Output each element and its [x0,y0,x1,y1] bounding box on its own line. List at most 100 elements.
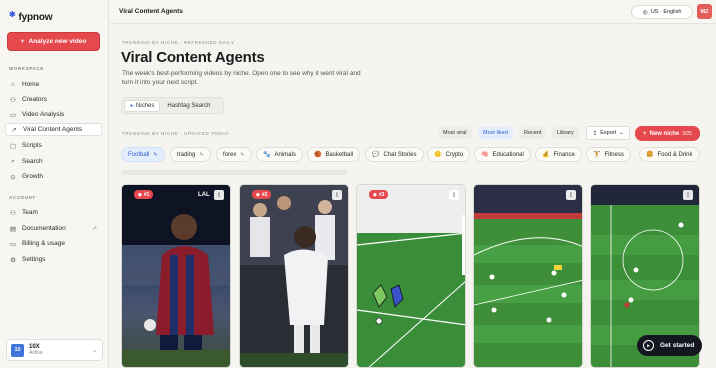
sidebar-item-home[interactable]: ⌂ Home [5,78,102,91]
chip-animals[interactable]: 🐾 Animals [256,147,303,162]
workspace-badge: 10 [11,343,24,357]
sidebar-item-label: Viral Content Agents [23,126,83,133]
sidebar-item-label: Settings [22,256,46,263]
chip-label: Food & Drink [657,151,693,158]
chip-crypto[interactable]: 🪙 Crypto [427,147,471,162]
chip-label: forex [223,151,237,158]
coin-icon: 🪙 [434,152,442,158]
flame-icon: ◆ [256,191,260,198]
chevron-down-icon: ⌄ [619,130,624,136]
page-title: Viral Content Agents [121,49,265,66]
sidebar-item-label: Growth [22,173,43,180]
video-card[interactable]: ◆ #2 ▯ [239,184,349,368]
sidebar-item-creators[interactable]: ⚇ Creators [5,93,102,106]
chip-label: Basketball [325,151,354,158]
card-icon: ▭ [9,240,17,248]
avatar[interactable]: MZ [697,4,712,19]
money-bag-icon: 💰 [542,152,550,158]
chip-educational[interactable]: 🧠 Educational [474,147,531,162]
export-icon: ⇪ [592,130,598,137]
video-card[interactable]: ◆ #1 ▯ LAL [121,184,231,368]
bookmark-icon[interactable]: ▯ [683,190,693,200]
logo-mark-icon: ✱ [9,10,16,19]
paw-icon: 🐾 [263,152,271,158]
chip-football[interactable]: Football ✎ [121,147,165,162]
plus-icon: + [20,38,25,45]
flame-icon: ◆ [138,191,142,198]
team-icon: ⚇ [10,209,16,217]
chips-scrollbar[interactable] [121,170,347,175]
chip-label: trading [177,151,196,158]
rank-badge: ◆ #2 [252,190,272,199]
chip-label: Fitness [604,151,624,158]
sidebar-item-team[interactable]: ⚇ Team [5,206,102,219]
tab-hashtag-search[interactable]: Hashtag Search [162,100,215,112]
edit-icon[interactable]: ✎ [240,152,244,158]
edit-icon[interactable]: ✎ [153,152,157,158]
card-overlay-text: LAL [198,192,210,198]
get-started-button[interactable]: ▸ Get started [637,335,702,356]
bookmark-icon[interactable]: ▯ [449,190,459,200]
edit-icon[interactable]: ✎ [199,152,203,158]
sidebar-item-video-analysis[interactable]: ▭ Video Analysis [5,108,102,121]
analyze-new-video-button[interactable]: + Analyze new video [7,32,100,51]
export-button[interactable]: ⇪ Export ⌄ [586,126,630,140]
sidebar-item-label: Team [22,209,38,216]
top-bar: Viral Content Agents ◍ US · English MZ [110,0,716,24]
bookmark-icon[interactable]: ▯ [332,190,342,200]
analyze-button-label: Analyze new video [28,38,87,45]
dumbbell-icon: 🏋 [593,152,601,158]
chip-fitness[interactable]: 🏋 Fitness [586,147,631,162]
workspace-switcher[interactable]: 10 10X Active ⌄ [6,339,103,361]
chip-label: Crypto [445,151,464,158]
external-link-icon: ↗ [92,225,97,232]
sidebar-item-search[interactable]: ⌕ Search [5,155,102,168]
app-logo[interactable]: ✱ fypnow [9,10,53,23]
plus-icon: + [643,130,647,137]
chip-chat-stories[interactable]: 💬 Chat Stories [365,147,424,162]
sidebar-item-label: Search [22,158,43,165]
sidebar-item-growth[interactable]: ⊙ Growth [5,170,102,183]
rank-label: #3 [378,191,385,198]
sidebar-item-viral-content-agents[interactable]: ↗ Viral Content Agents [5,123,102,136]
chip-trading[interactable]: trading ✎ [170,147,211,162]
new-niche-count: 3/25 [682,130,692,137]
account-section-label: ACCOUNT [9,195,36,200]
language-selector[interactable]: ◍ US · English [631,5,693,19]
chip-label: Football [128,151,150,158]
sidebar-item-scripts[interactable]: ▢ Scripts [5,139,102,152]
new-niche-button[interactable]: + New niche 3/25 [635,126,700,141]
sort-most-liked[interactable]: Most liked [478,127,513,139]
bookmark-icon[interactable]: ▯ [214,190,224,200]
book-icon: ▤ [9,225,17,233]
sidebar-item-settings[interactable]: ⚙ Settings [5,253,102,266]
chip-forex[interactable]: forex ✎ [216,147,252,162]
chevron-down-icon: ⌄ [91,347,97,354]
sort-most-viral[interactable]: Most viral [438,127,472,139]
chip-basketball[interactable]: 🏀 Basketball [307,147,361,162]
chip-finance[interactable]: 💰 Finance [535,147,582,162]
video-thumbnail [122,185,230,367]
video-thumbnail [357,185,465,367]
sidebar-item-label: Documentation [22,225,66,232]
bookmark-icon[interactable]: ▯ [566,190,576,200]
sidebar-item-label: Creators [22,96,47,103]
rank-label: #2 [261,191,268,198]
sort-library[interactable]: Library [552,127,579,139]
video-card[interactable]: ▯ [473,184,583,368]
workspace-section-label: WORKSPACE [9,66,44,71]
page-kicker: TRENDING BY NICHE · REFRESHED DAILY [122,40,235,45]
rank-badge: ◆ #3 [369,190,389,199]
home-icon: ⌂ [11,81,15,88]
tab-niches[interactable]: ● Niches [124,99,161,112]
language-label: US · English [650,9,682,15]
sidebar-item-documentation[interactable]: ▤ Documentation ↗ [5,222,102,235]
sidebar-item-billing[interactable]: ▭ Billing & usage [5,237,102,250]
chip-label: Finance [553,151,575,158]
chip-food-drink[interactable]: 🍔 Food & Drink [639,147,700,162]
video-card[interactable]: ◆ #3 ▯ [356,184,466,368]
sidebar-item-label: Billing & usage [22,240,65,247]
users-icon: ⚇ [10,96,16,104]
sort-recent[interactable]: Recent [519,127,547,139]
topbar-title: Viral Content Agents [119,8,183,15]
